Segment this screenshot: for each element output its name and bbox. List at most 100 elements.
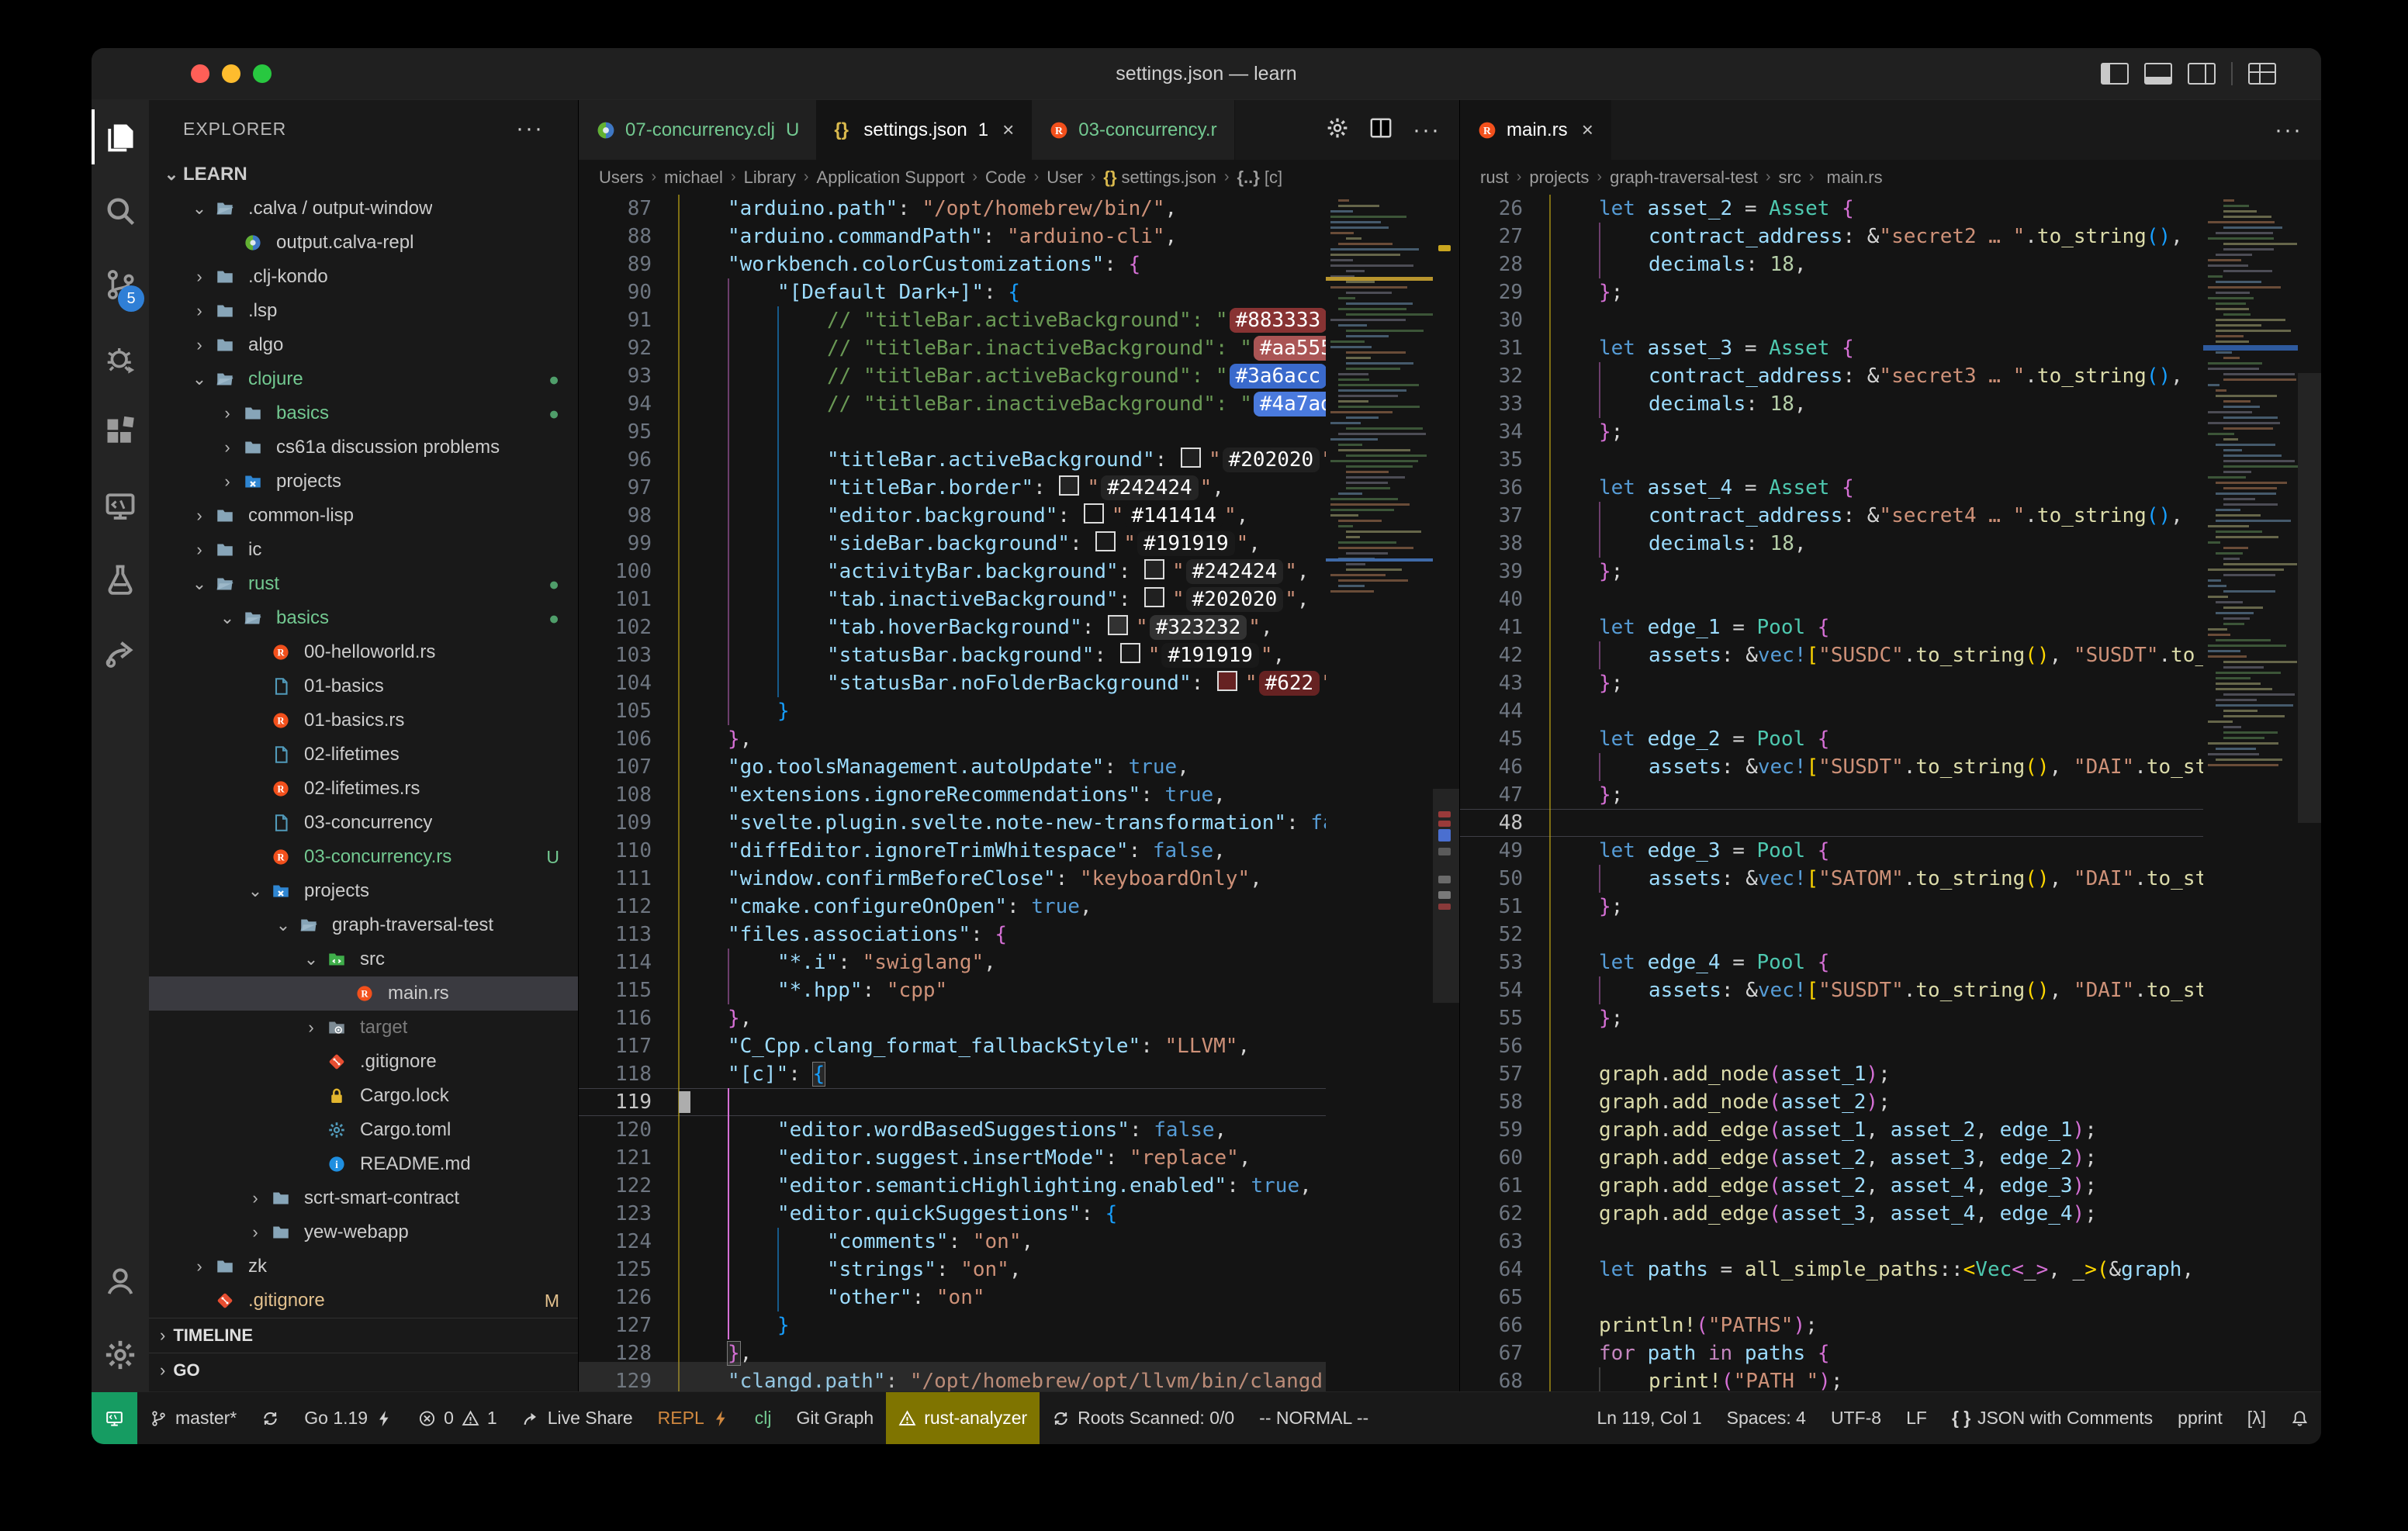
breadcrumb-item[interactable]: Application Support	[817, 168, 965, 188]
section-timeline[interactable]: ›TIMELINE	[149, 1318, 578, 1353]
status-cursor-position[interactable]: Ln 119, Col 1	[1585, 1392, 1714, 1444]
tree-item-zk[interactable]: ›zk	[149, 1249, 578, 1284]
status-roots-scanned[interactable]: Roots Scanned: 0/0	[1040, 1392, 1247, 1444]
activitybar-test-beaker[interactable]	[92, 542, 149, 616]
status-repl[interactable]: REPL	[645, 1392, 742, 1444]
activitybar-extensions[interactable]	[92, 395, 149, 468]
horizontal-scrollbar[interactable]	[579, 1362, 1326, 1391]
overview-ruler[interactable]	[1433, 195, 1459, 1391]
activitybar-remote-explorer[interactable]	[92, 468, 149, 542]
tree-item-scrt-smart-contract[interactable]: ›scrt-smart-contract	[149, 1181, 578, 1215]
status-go-version[interactable]: Go 1.19	[292, 1392, 406, 1444]
status-git-branch[interactable]: master*	[137, 1392, 249, 1444]
code-editor[interactable]: 26let asset_2 = Asset {27contract_addres…	[1460, 195, 2203, 1391]
tree-item-main-rs[interactable]: Rmain.rs	[149, 976, 578, 1011]
tree-item-ic[interactable]: ›ic	[149, 533, 578, 567]
breadcrumb-item[interactable]: rust	[1480, 168, 1509, 188]
status-indentation[interactable]: Spaces: 4	[1714, 1392, 1818, 1444]
code-editor[interactable]: 87"arduino.path": "/opt/homebrew/bin/",8…	[579, 195, 1326, 1391]
activitybar-account[interactable]	[92, 1244, 149, 1318]
tree-item-projects[interactable]: ⌄projects	[149, 874, 578, 908]
tree-root-learn[interactable]: ⌄LEARN	[149, 157, 578, 192]
close-icon[interactable]: ×	[1582, 118, 1593, 142]
breadcrumb-item[interactable]: {..}[c]	[1237, 168, 1282, 188]
tree-item-cs61a-discussion-problems[interactable]: ›cs61a discussion problems	[149, 430, 578, 465]
tree-item-rust[interactable]: ⌄rust●	[149, 567, 578, 601]
tree-item-readme-md[interactable]: iREADME.md	[149, 1147, 578, 1181]
tree-item-output-calva-repl[interactable]: output.calva-repl	[149, 226, 578, 260]
activitybar-files[interactable]	[92, 100, 149, 174]
status-git-graph[interactable]: Git Graph	[784, 1392, 886, 1444]
tab-settings-json[interactable]: {}settings.json1×	[817, 100, 1032, 160]
tree-item-cargo-toml[interactable]: Cargo.toml	[149, 1113, 578, 1147]
breadcrumb-item[interactable]: Users	[599, 168, 643, 188]
tree-item-src[interactable]: ⌄src	[149, 942, 578, 976]
status-encoding[interactable]: UTF-8	[1818, 1392, 1894, 1444]
overview-ruler[interactable]	[2298, 195, 2321, 1391]
tree-item-02-lifetimes-rs[interactable]: R02-lifetimes.rs	[149, 772, 578, 806]
status-lambda[interactable]: [λ]	[2235, 1392, 2278, 1444]
toggle-sidebar-icon[interactable]	[2101, 63, 2129, 85]
tree-item-clojure[interactable]: ⌄clojure●	[149, 362, 578, 396]
status-remote-indicator[interactable]	[92, 1392, 137, 1444]
toggle-secondary-sidebar-icon[interactable]	[2188, 63, 2216, 85]
breadcrumb-item[interactable]: src	[1779, 168, 1801, 188]
tab-07-concurrency-clj[interactable]: 07-concurrency.cljU	[579, 100, 817, 160]
breadcrumb-item[interactable]: Library	[744, 168, 796, 188]
breadcrumb-item[interactable]: User	[1047, 168, 1082, 188]
breadcrumb-item[interactable]: projects	[1529, 168, 1589, 188]
tree-item--clj-kondo[interactable]: ›.clj-kondo	[149, 260, 578, 294]
breadcrumb-item[interactable]: graph-traversal-test	[1610, 168, 1758, 188]
status-language-mode[interactable]: { }JSON with Comments	[1939, 1392, 2165, 1444]
section-go[interactable]: ›GO	[149, 1353, 578, 1388]
minimap[interactable]	[1326, 195, 1433, 1391]
minimap[interactable]	[2203, 195, 2298, 1391]
status-pprint[interactable]: pprint	[2165, 1392, 2235, 1444]
tab-03-concurrency-r[interactable]: R03-concurrency.r	[1032, 100, 1234, 160]
more-icon[interactable]: ···	[1413, 117, 1441, 143]
toggle-panel-icon[interactable]	[2144, 63, 2172, 85]
status-vim-mode[interactable]: -- NORMAL --	[1247, 1392, 1381, 1444]
tree-item-target[interactable]: ›target	[149, 1011, 578, 1045]
tree-item--gitignore[interactable]: .gitignore	[149, 1045, 578, 1079]
breadcrumb-item[interactable]: {}settings.json	[1103, 168, 1216, 188]
tree-item-yew-webapp[interactable]: ›yew-webapp	[149, 1215, 578, 1249]
status-clj[interactable]: clj	[742, 1392, 784, 1444]
status-problems[interactable]: 01	[406, 1392, 510, 1444]
tree-item-03-concurrency-rs[interactable]: R03-concurrency.rsU	[149, 840, 578, 874]
tree-item-graph-traversal-test[interactable]: ⌄graph-traversal-test	[149, 908, 578, 942]
status-notifications[interactable]	[2278, 1392, 2321, 1444]
tree-item-00-helloworld-rs[interactable]: R00-helloworld.rs	[149, 635, 578, 669]
tree-item--calva-output-window[interactable]: ⌄.calva / output-window	[149, 192, 578, 226]
settings-gear-icon[interactable]	[1326, 116, 1349, 143]
tree-item-cargo-lock[interactable]: Cargo.lock	[149, 1079, 578, 1113]
close-icon[interactable]: ×	[1002, 118, 1014, 142]
activitybar-search[interactable]	[92, 174, 149, 247]
status-eol[interactable]: LF	[1894, 1392, 1939, 1444]
activitybar-settings-gear[interactable]	[92, 1318, 149, 1391]
tree-item-algo[interactable]: ›algo	[149, 328, 578, 362]
tree-item-basics[interactable]: ⌄basics●	[149, 601, 578, 635]
more-icon[interactable]: ···	[2275, 117, 2302, 143]
tree-item-02-lifetimes[interactable]: 02-lifetimes	[149, 738, 578, 772]
tree-item-common-lisp[interactable]: ›common-lisp	[149, 499, 578, 533]
tree-item-01-basics[interactable]: 01-basics	[149, 669, 578, 703]
split-editor-icon[interactable]	[1369, 116, 1393, 143]
tree-item-03-concurrency[interactable]: 03-concurrency	[149, 806, 578, 840]
customize-layout-icon[interactable]	[2248, 63, 2276, 85]
activitybar-source-control[interactable]: 5	[92, 247, 149, 321]
explorer-more-actions-icon[interactable]: ···	[516, 100, 544, 157]
activitybar-debug[interactable]	[92, 321, 149, 395]
status-sync[interactable]	[249, 1392, 292, 1444]
breadcrumb-item[interactable]: Code	[985, 168, 1026, 188]
tab-main-rs[interactable]: Rmain.rs×	[1460, 100, 1611, 160]
status-live-share[interactable]: Live Share	[510, 1392, 645, 1444]
tree-item--lsp[interactable]: ›.lsp	[149, 294, 578, 328]
tree-item--gitignore[interactable]: .gitignoreM	[149, 1284, 578, 1318]
status-rust-analyzer[interactable]: rust-analyzer	[886, 1392, 1040, 1444]
breadcrumb-item[interactable]: michael	[664, 168, 723, 188]
tree-item-projects[interactable]: ›projects	[149, 465, 578, 499]
tree-item-basics[interactable]: ›basics●	[149, 396, 578, 430]
activitybar-live-share[interactable]	[92, 616, 149, 689]
tree-item-01-basics-rs[interactable]: R01-basics.rs	[149, 703, 578, 738]
